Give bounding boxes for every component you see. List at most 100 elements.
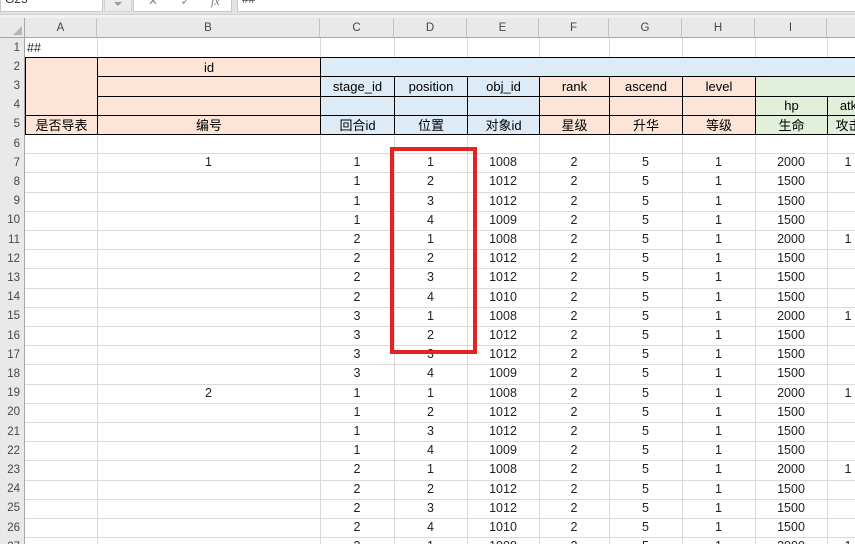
cell-I8[interactable]: 1500 [755,172,827,191]
formula-input[interactable]: ## [237,0,855,12]
cell-G9[interactable]: 5 [609,192,682,211]
cell-H15[interactable]: 1 [682,307,755,326]
cell-C3[interactable]: stage_id [320,76,395,96]
cell-E7[interactable]: 1008 [467,153,539,172]
cell-C24[interactable]: 2 [320,480,394,499]
cell-H20[interactable]: 1 [682,403,755,422]
cell-H3[interactable]: level [682,76,756,96]
cell-J11[interactable]: 1 [827,230,855,249]
cell-J19[interactable]: 1 [827,384,855,403]
row-header-17[interactable]: 17 [0,345,25,365]
cell-F7[interactable]: 2 [539,153,609,172]
cell-I26[interactable]: 1500 [755,518,827,537]
col-header-G[interactable]: G [609,18,682,38]
cell-C10[interactable]: 1 [320,211,394,230]
cell-J27[interactable]: 1 [827,537,855,544]
cell-C7[interactable]: 1 [320,153,394,172]
cell-D3[interactable]: position [394,76,468,96]
cell-D25[interactable]: 3 [394,499,467,518]
cell-G5[interactable]: 升华 [609,115,683,135]
cell-F22[interactable]: 2 [539,441,609,460]
cell-B19[interactable]: 2 [97,384,320,403]
cell-I21[interactable]: 1500 [755,422,827,441]
cell-F11[interactable]: 2 [539,230,609,249]
cell-D23[interactable]: 1 [394,460,467,479]
cell-F24[interactable]: 2 [539,480,609,499]
cell-I22[interactable]: 1500 [755,441,827,460]
cell-E19[interactable]: 1008 [467,384,539,403]
cell-G12[interactable]: 5 [609,249,682,268]
enter-icon[interactable]: ✓ [181,0,191,8]
cell-F23[interactable]: 2 [539,460,609,479]
cell-C14[interactable]: 2 [320,288,394,307]
cell-G22[interactable]: 5 [609,441,682,460]
cell-E13[interactable]: 1012 [467,268,539,287]
cell-E23[interactable]: 1008 [467,460,539,479]
row-header-3[interactable]: 3 [0,76,25,96]
cell-D5[interactable]: 位置 [394,115,468,135]
cell-B5[interactable]: 编号 [97,115,321,135]
row-header-6[interactable]: 6 [0,134,25,154]
cell-E14[interactable]: 1010 [467,288,539,307]
cell-C18[interactable]: 3 [320,364,394,383]
row-header-26[interactable]: 26 [0,518,25,538]
cell-G13[interactable]: 5 [609,268,682,287]
cell-H19[interactable]: 1 [682,384,755,403]
cancel-icon[interactable]: ✕ [148,0,158,8]
cell-E8[interactable]: 1012 [467,172,539,191]
cell-C5[interactable]: 回合id [320,115,395,135]
row-header-18[interactable]: 18 [0,364,25,384]
cell-C8[interactable]: 1 [320,172,394,191]
cell-F14[interactable]: 2 [539,288,609,307]
cell-F3[interactable]: rank [539,76,610,96]
cell-I14[interactable]: 1500 [755,288,827,307]
cell-C11[interactable]: 2 [320,230,394,249]
row-header-5[interactable]: 5 [0,115,25,135]
cell-C15[interactable]: 3 [320,307,394,326]
row-header-20[interactable]: 20 [0,403,25,423]
cell-J4[interactable]: atk [827,96,855,116]
name-box-dropdown[interactable] [104,0,132,12]
cell-F15[interactable]: 2 [539,307,609,326]
cell-B2[interactable]: id [97,57,321,77]
cell-B3[interactable] [97,76,321,96]
cell-I13[interactable]: 1500 [755,268,827,287]
row-header-16[interactable]: 16 [0,326,25,346]
cell-G23[interactable]: 5 [609,460,682,479]
cell-G4[interactable] [609,96,683,116]
cell-J23[interactable]: 1 [827,460,855,479]
name-box[interactable]: G25 [0,0,103,12]
cell-I5[interactable]: 生命 [755,115,828,135]
cell-E9[interactable]: 1012 [467,192,539,211]
cell-I17[interactable]: 1500 [755,345,827,364]
cell-F27[interactable]: 2 [539,537,609,544]
cell-C25[interactable]: 2 [320,499,394,518]
cell-G14[interactable]: 5 [609,288,682,307]
cell-H26[interactable]: 1 [682,518,755,537]
cell-H16[interactable]: 1 [682,326,755,345]
row-header-14[interactable]: 14 [0,288,25,308]
cell-H5[interactable]: 等级 [682,115,756,135]
select-all-corner[interactable] [0,18,25,38]
cell-E5[interactable]: 对象id [467,115,540,135]
col-header-H[interactable]: H [682,18,755,38]
row-header-27[interactable]: 27 [0,537,25,544]
row-header-9[interactable]: 9 [0,192,25,212]
cell-E21[interactable]: 1012 [467,422,539,441]
cell-C23[interactable]: 2 [320,460,394,479]
cell-H27[interactable]: 1 [682,537,755,544]
cell-C12[interactable]: 2 [320,249,394,268]
cell-E11[interactable]: 1008 [467,230,539,249]
cell-E25[interactable]: 1012 [467,499,539,518]
col-header-F[interactable]: F [539,18,609,38]
cell-I15[interactable]: 2000 [755,307,827,326]
cell-G27[interactable]: 5 [609,537,682,544]
cell-E12[interactable]: 1012 [467,249,539,268]
cell-D26[interactable]: 4 [394,518,467,537]
cell-F4[interactable] [539,96,610,116]
row-header-2[interactable]: 2 [0,57,25,77]
cell-J15[interactable]: 1 [827,307,855,326]
cell-D18[interactable]: 4 [394,364,467,383]
cell-H17[interactable]: 1 [682,345,755,364]
cell-I10[interactable]: 1500 [755,211,827,230]
